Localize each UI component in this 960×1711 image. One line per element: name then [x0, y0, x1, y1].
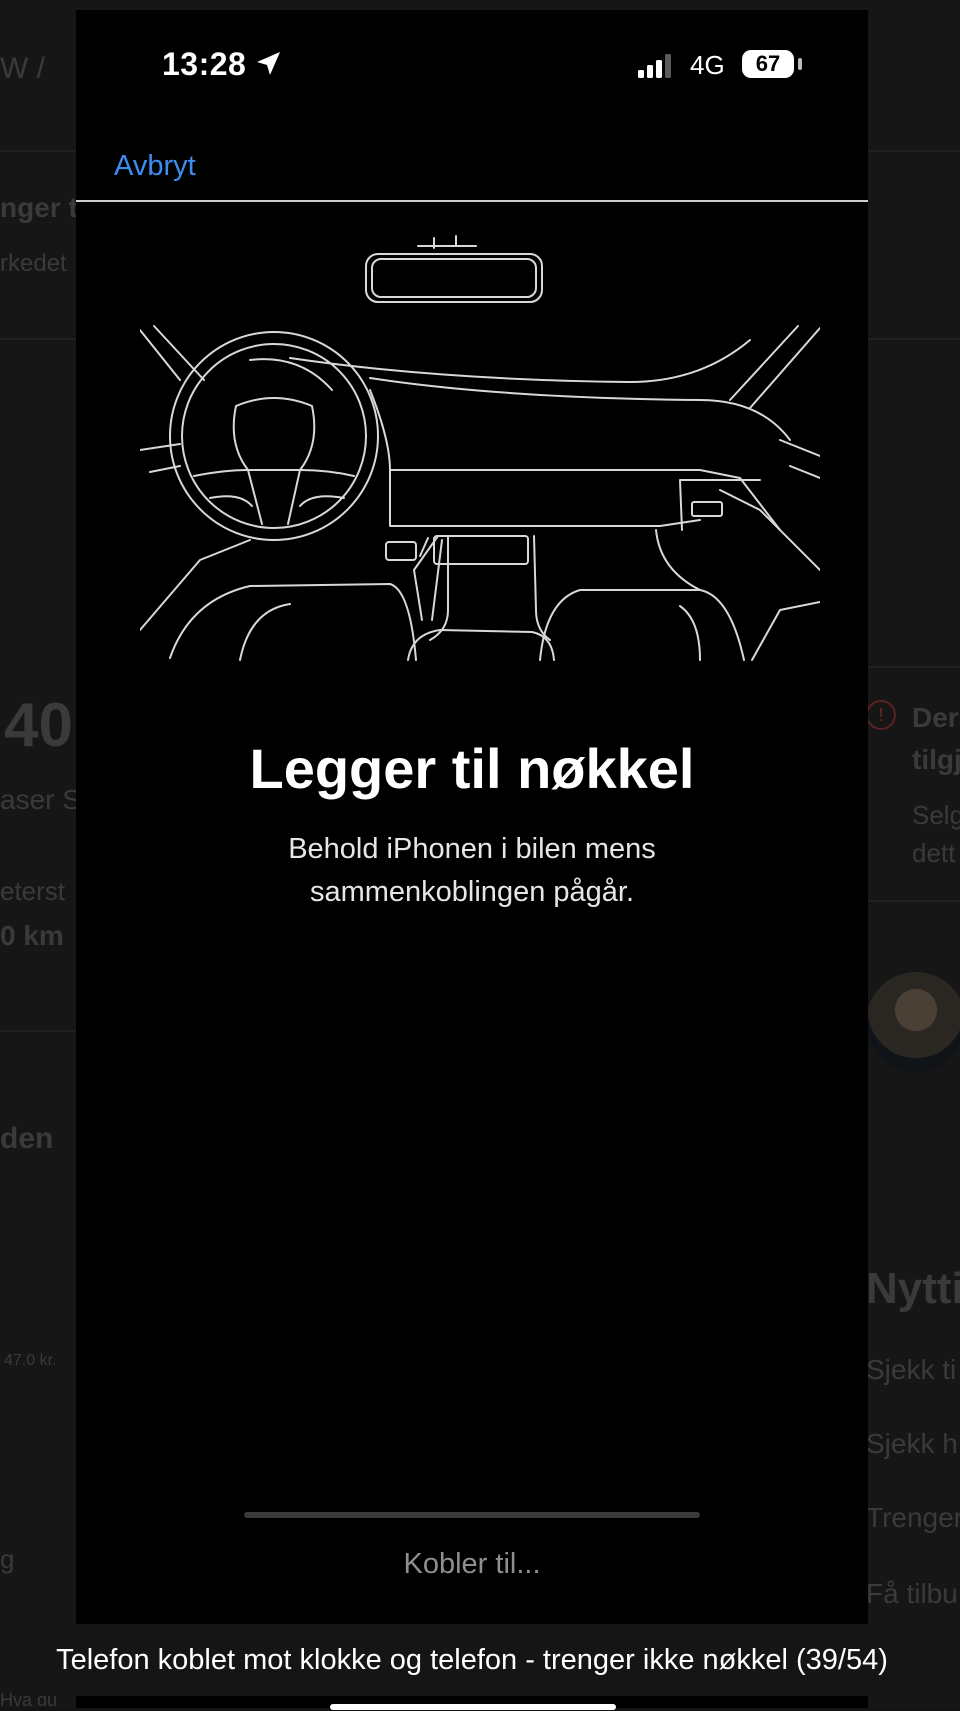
background-text: 0 km — [0, 920, 64, 951]
navigation-bar: Avbryt — [76, 120, 868, 210]
add-key-sheet: 13:28 4G 67 Avbryt Legger til nøkkel Beh… — [76, 10, 868, 1708]
divider — [868, 666, 960, 668]
location-arrow-icon — [257, 52, 280, 75]
background-text: Få tilbu — [866, 1578, 958, 1609]
avatar — [866, 972, 960, 1072]
background-text: Nytti — [866, 1264, 960, 1313]
divider — [868, 900, 960, 902]
divider — [868, 338, 960, 340]
background-text: Sjekk h — [866, 1428, 958, 1459]
cancel-button[interactable]: Avbryt — [114, 150, 196, 183]
warning-icon: ! — [866, 700, 896, 730]
battery-tip — [798, 58, 802, 70]
background-text: Trenger — [866, 1502, 960, 1533]
nav-divider — [76, 200, 868, 202]
background-text: rkedet — [0, 250, 67, 277]
battery-icon: 67 — [742, 50, 794, 78]
background-text: nger t — [0, 192, 78, 223]
background-text: eterst — [0, 876, 66, 906]
background-text: W / — [0, 52, 45, 85]
background-text: dett — [912, 838, 956, 868]
background-text: Selg — [912, 800, 960, 830]
status-time: 13:28 — [162, 46, 247, 82]
background-text: Der — [912, 702, 959, 733]
divider — [0, 1030, 76, 1032]
page-title: Legger til nøkkel — [249, 737, 695, 800]
instruction-text: Behold iPhonen i bilen mens sammenkoblin… — [288, 833, 656, 908]
background-text: aser S — [0, 784, 81, 815]
background-text: 40 — [4, 691, 73, 760]
network-type: 4G — [690, 50, 725, 80]
background-text: den — [0, 1122, 54, 1155]
cellular-signal-icon — [638, 54, 671, 78]
status-bar: 13:28 4G 67 — [76, 10, 868, 120]
divider — [868, 150, 960, 152]
pairing-progress-bar — [244, 1512, 700, 1518]
background-text: tilgj — [912, 744, 960, 775]
divider — [0, 150, 76, 152]
car-interior-illustration — [140, 235, 820, 661]
background-text: 47.0 kr. — [4, 1352, 57, 1369]
divider — [0, 338, 76, 340]
home-indicator — [330, 1704, 616, 1710]
video-caption: Telefon koblet mot klokke og telefon - t… — [8, 1624, 936, 1696]
connection-status: Kobler til... — [403, 1548, 541, 1580]
background-text: Sjekk ti — [866, 1354, 957, 1385]
background-text: g — [0, 1544, 15, 1574]
